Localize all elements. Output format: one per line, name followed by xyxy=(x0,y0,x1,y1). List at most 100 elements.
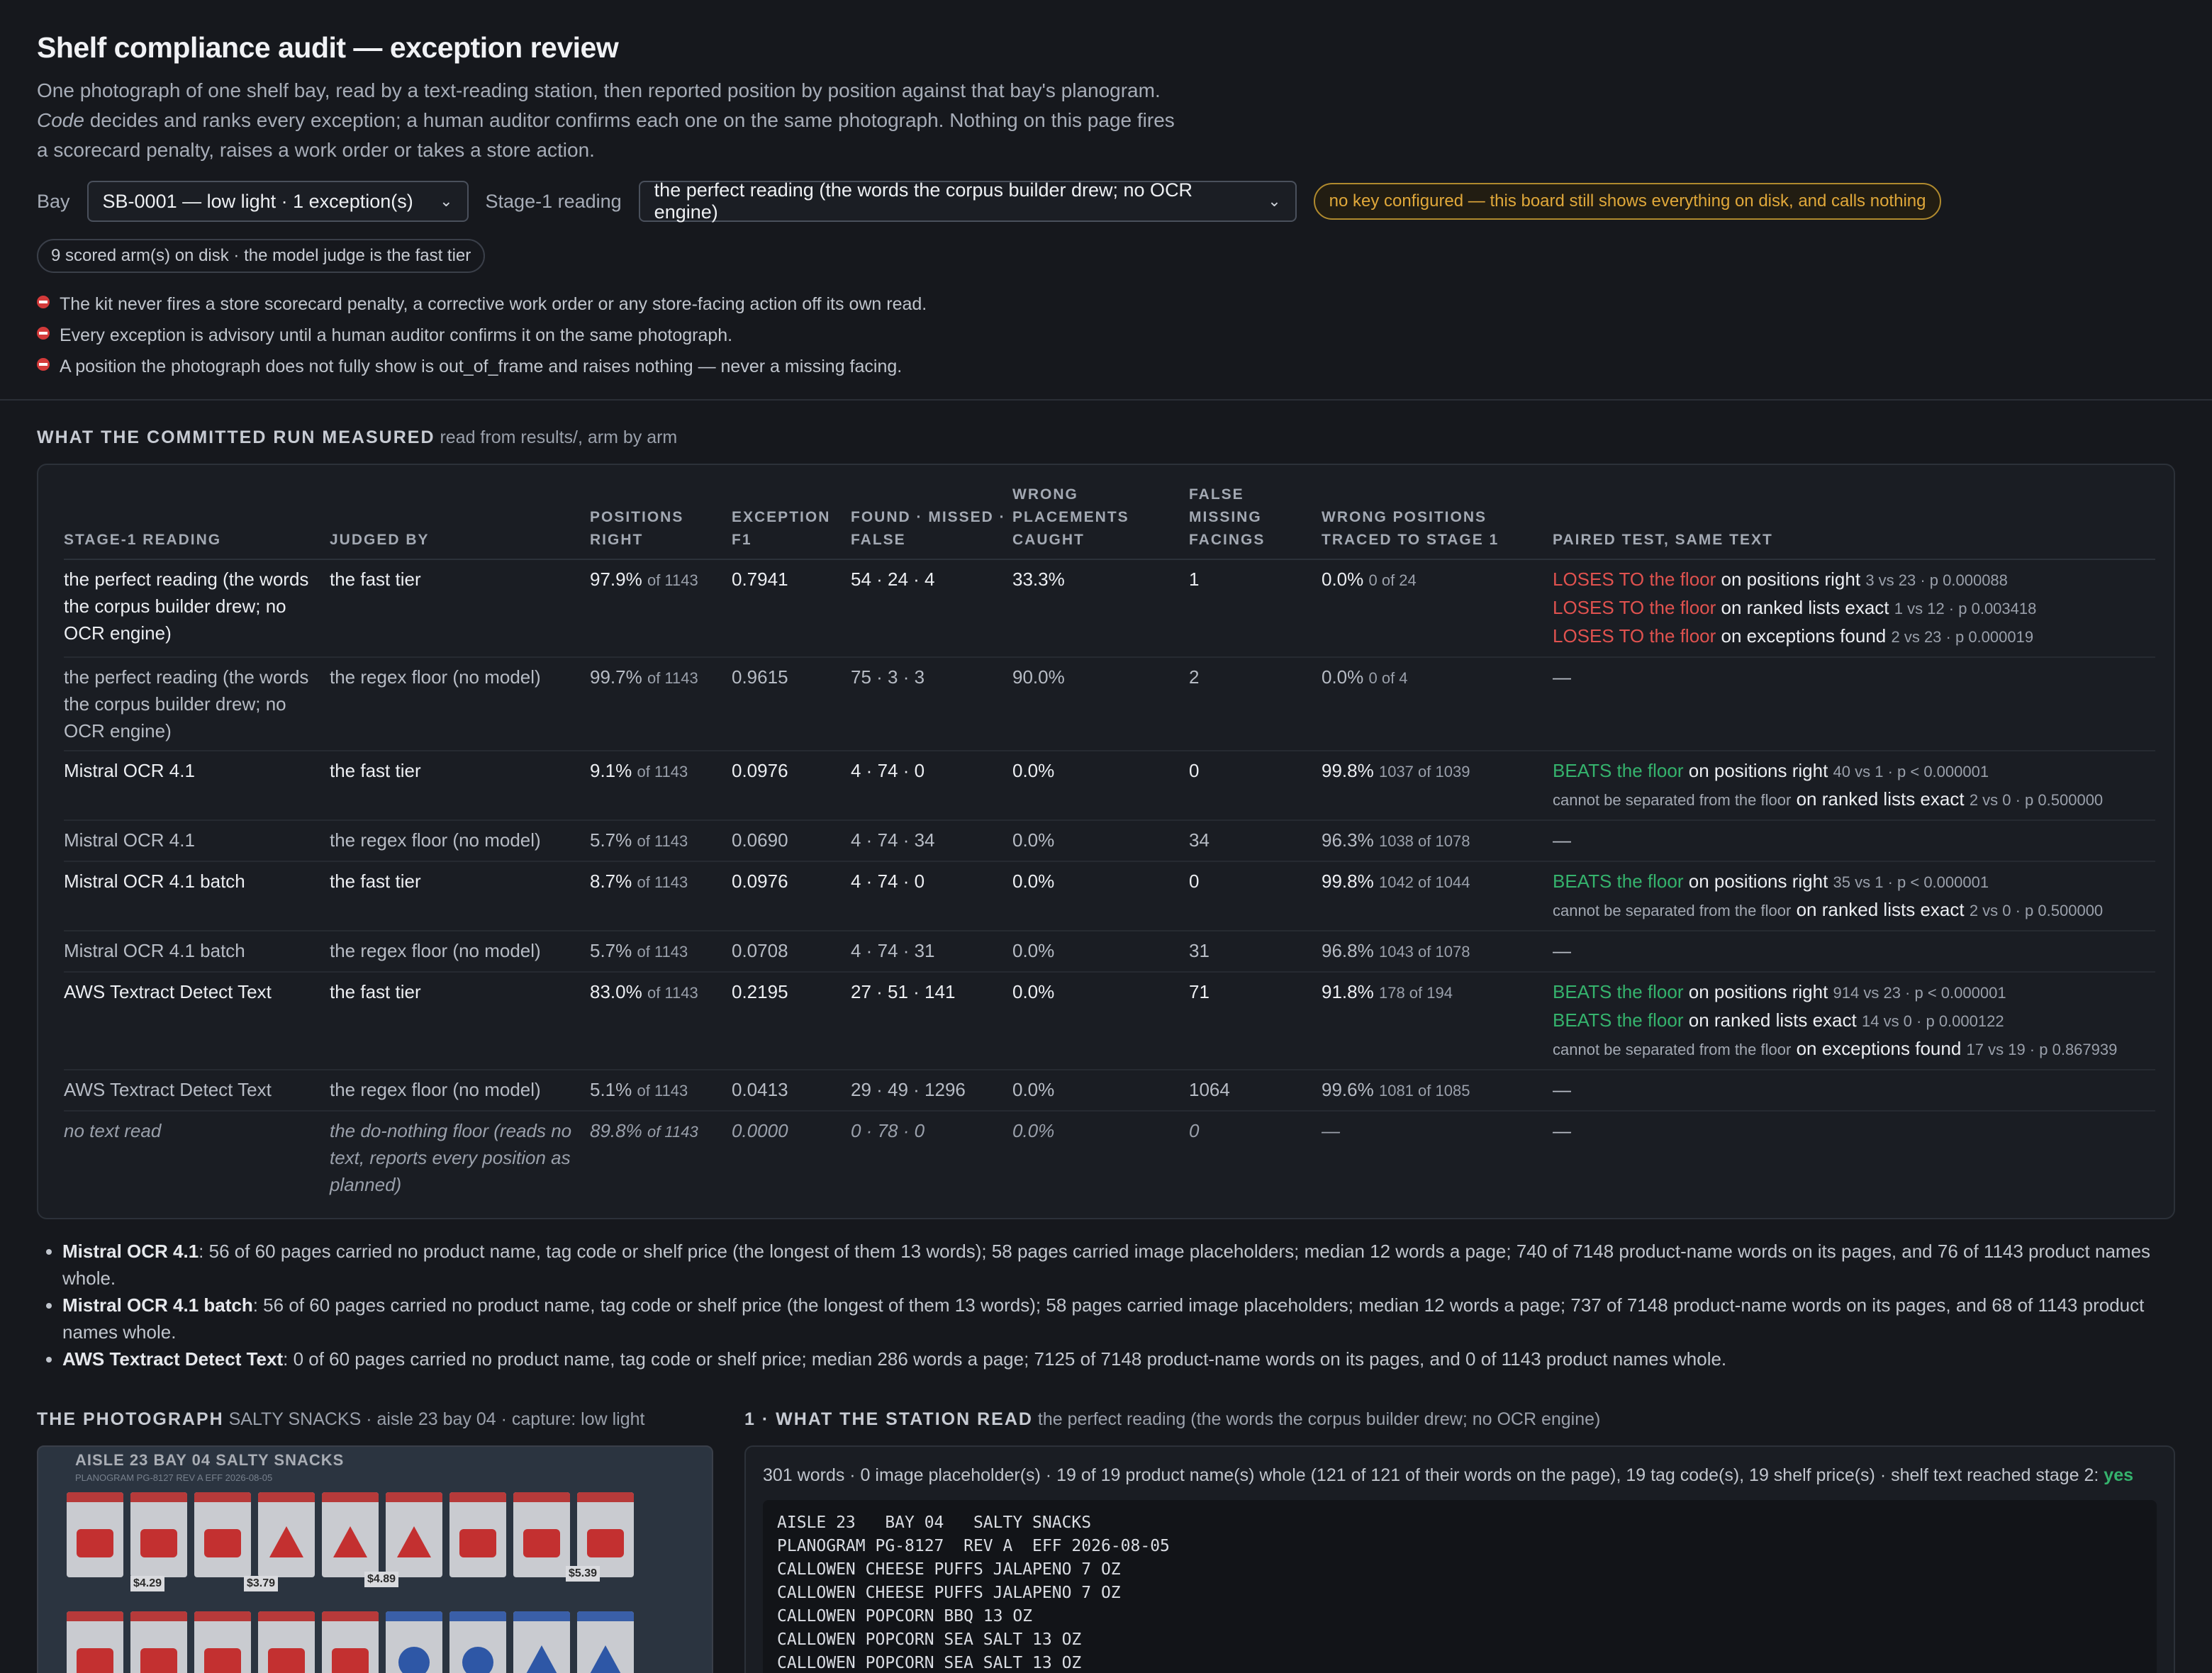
column-header: Paired test, same text xyxy=(1553,475,2155,560)
rule-text: The kit never fires a store scorecard pe… xyxy=(60,293,927,314)
bay-select[interactable]: SB-0001 — low light · 1 exception(s) ⌄ xyxy=(86,181,469,222)
cell-positions-right: 89.8% of 1143 xyxy=(590,1111,732,1204)
paired-dash: — xyxy=(1553,666,1571,688)
paired-verdict: cannot be separated from the floor xyxy=(1553,1041,1792,1058)
cell-traced: 0.0% 0 of 24 xyxy=(1322,559,1553,658)
cell-traced: 91.8% 178 of 194 xyxy=(1322,972,1553,1070)
positions-of: of 1143 xyxy=(637,832,688,850)
table-header-row: Stage-1 reading Judged by Positions right E… xyxy=(64,475,2155,560)
paired-verdict: LOSES TO the floor xyxy=(1553,625,1716,647)
shelf-tag xyxy=(67,1611,123,1673)
traced-of: 1037 of 1039 xyxy=(1378,763,1470,780)
paired-stat: 14 vs 0 · p 0.000122 xyxy=(1861,1012,2004,1030)
station-caption: 1 · What the station read xyxy=(744,1409,1033,1429)
cell-reading: Mistral OCR 4.1 batch xyxy=(64,861,330,931)
cell-positions-right: 5.7% of 1143 xyxy=(590,820,732,862)
cell-found-missed-false: 0 · 78 · 0 xyxy=(851,1120,925,1141)
cell-traced: 99.8% 1042 of 1044 xyxy=(1322,861,1553,931)
cell-false-missing: 1 xyxy=(1189,559,1322,658)
shelf-tag xyxy=(322,1492,379,1577)
shelf-tag xyxy=(194,1611,251,1673)
table-row: the perfect reading (the words the corpu… xyxy=(64,559,2155,658)
measured-heading: What the committed run measured read fro… xyxy=(37,427,2175,448)
arm-note-text: : 56 of 60 pages carried no product name… xyxy=(62,1294,2145,1343)
controls-bar: Bay SB-0001 — low light · 1 exception(s)… xyxy=(37,179,2175,223)
cell-found-missed-false: 4 · 74 · 0 xyxy=(851,751,1012,821)
cell-positions-right: 99.7% of 1143 xyxy=(590,657,732,751)
cell-found-missed-false: 54 · 24 · 4 xyxy=(851,559,1012,658)
cell-wrong-caught: 0.0% xyxy=(1012,820,1189,862)
cell-reading: Mistral OCR 4.1 xyxy=(64,820,330,862)
station-sub: the perfect reading (the words the corpu… xyxy=(1037,1409,1601,1429)
shelf-tag xyxy=(130,1611,187,1673)
traced-value: 91.8% xyxy=(1322,981,1374,1002)
cell-judge: the fast tier xyxy=(330,861,590,931)
page-intro: One photograph of one shelf bay, read by… xyxy=(37,76,1185,165)
ocr-text-block: AISLE 23 BAY 04 SALTY SNACKS PLANOGRAM P… xyxy=(763,1500,2157,1673)
cell-reading: Mistral OCR 4.1 batch xyxy=(64,931,330,973)
paired-verdict: BEATS the floor xyxy=(1553,871,1684,892)
paired-verdict: LOSES TO the floor xyxy=(1553,569,1716,590)
cell-wrong-caught: 0.0% xyxy=(1012,861,1189,931)
cell-judge: the fast tier xyxy=(330,751,590,821)
read-stats: 301 words · 0 image placeholder(s) · 19 … xyxy=(763,1465,2157,1486)
traced-value: — xyxy=(1322,1120,1340,1141)
paired-line: LOSES TO the floor on positions right 3 … xyxy=(1553,566,2150,594)
photo-header-text: AISLE 23 BAY 04 SALTY SNACKS xyxy=(75,1451,345,1469)
photo-caption: The photograph xyxy=(37,1409,224,1429)
stage2-status: yes xyxy=(2104,1465,2134,1485)
paired-metric: on ranked lists exact xyxy=(1796,899,1965,920)
cell-judge: the regex floor (no model) xyxy=(330,820,590,862)
stage1-select[interactable]: the perfect reading (the words the corpu… xyxy=(638,179,1297,223)
cell-f1: 0.9615 xyxy=(732,657,851,751)
shelf-tag xyxy=(513,1492,570,1577)
column-header: Wrong positions traced to stage 1 xyxy=(1322,475,1553,560)
rule-text: Every exception is advisory until a huma… xyxy=(60,325,733,345)
page-title: Shelf compliance audit — exception revie… xyxy=(37,31,619,64)
traced-of: 0 of 4 xyxy=(1368,669,1408,687)
shelf-row-top xyxy=(67,1492,683,1577)
arm-note-name: AWS Textract Detect Text xyxy=(62,1348,284,1370)
paired-stat: 17 vs 19 · p 0.867939 xyxy=(1966,1041,2118,1058)
traced-of: 1042 of 1044 xyxy=(1378,873,1470,891)
intro-text: One photograph of one shelf bay, read by… xyxy=(37,79,1161,101)
positions-value: 5.7% xyxy=(590,940,632,961)
shelf-photograph[interactable]: AISLE 23 BAY 04 SALTY SNACKS PLANOGRAM P… xyxy=(37,1445,713,1673)
positions-of: of 1143 xyxy=(637,763,688,780)
paired-metric: on ranked lists exact xyxy=(1721,597,1889,618)
shelf-tag xyxy=(386,1492,442,1577)
table-row: AWS Textract Detect Text the regex floor … xyxy=(64,1070,2155,1112)
paired-metric: on positions right xyxy=(1688,981,1828,1002)
positions-value: 5.7% xyxy=(590,829,632,851)
positions-of: of 1143 xyxy=(637,943,688,961)
shelf-tag xyxy=(449,1492,506,1577)
cell-false-missing: 0 xyxy=(1189,1120,1200,1141)
shelf-tag xyxy=(258,1611,315,1673)
cell-reading: the perfect reading (the words the corpu… xyxy=(64,657,330,751)
shelf-row-bottom xyxy=(67,1611,683,1673)
station-read-panel: 1 · What the station read the perfect re… xyxy=(744,1409,2175,1673)
paired-metric: on ranked lists exact xyxy=(1688,1009,1857,1031)
paired-stat: 1 vs 12 · p 0.003418 xyxy=(1894,600,2037,617)
cell-judge: the regex floor (no model) xyxy=(330,1070,590,1112)
cell-positions-right: 97.9% of 1143 xyxy=(590,559,732,658)
cell-false-missing: 71 xyxy=(1189,972,1322,1070)
cell-false-missing: 1064 xyxy=(1189,1070,1322,1112)
traced-value: 0.0% xyxy=(1322,666,1364,688)
header-section: Shelf compliance audit — exception revie… xyxy=(0,0,2212,382)
cell-paired-test: BEATS the floor on positions right 35 vs… xyxy=(1553,861,2155,931)
paired-dash: — xyxy=(1553,1120,1571,1141)
paired-stat: 2 vs 0 · p 0.500000 xyxy=(1969,902,2104,919)
shelf-tag xyxy=(449,1611,506,1673)
paired-verdict: cannot be separated from the floor xyxy=(1553,902,1792,919)
cell-f1: 0.7941 xyxy=(732,559,851,658)
cell-traced: 0.0% 0 of 4 xyxy=(1322,657,1553,751)
cell-found-missed-false: 27 · 51 · 141 xyxy=(851,972,1012,1070)
paired-stat: 3 vs 23 · p 0.000088 xyxy=(1865,571,2008,589)
stage1-select-value: the perfect reading (the words the corpu… xyxy=(654,179,1193,223)
shelf-tag xyxy=(130,1492,187,1577)
cell-f1: 0.0000 xyxy=(732,1120,788,1141)
cell-paired-test: — xyxy=(1553,820,2155,862)
rule-item: The kit never fires a store scorecard pe… xyxy=(37,289,2175,320)
paired-stat: 914 vs 23 · p < 0.000001 xyxy=(1833,984,2006,1002)
